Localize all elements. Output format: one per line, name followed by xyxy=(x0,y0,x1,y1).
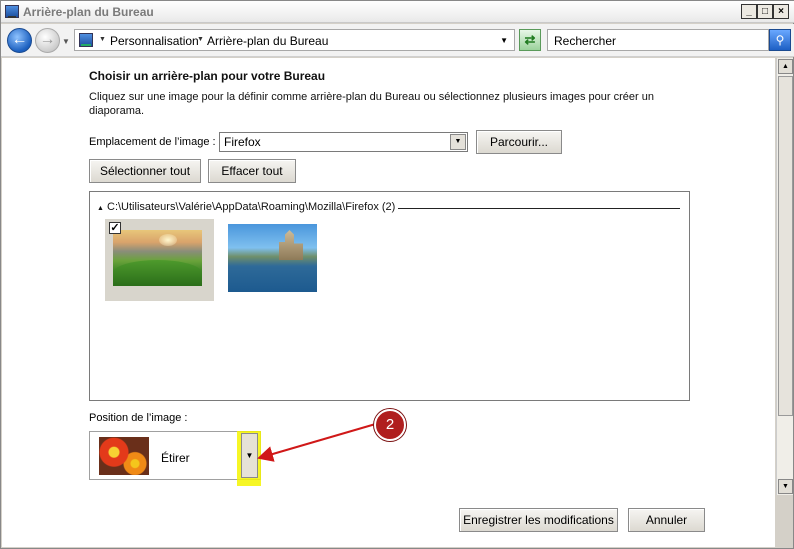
browse-button[interactable]: Parcourir... xyxy=(476,130,562,154)
position-value: Étirer xyxy=(161,451,190,465)
cancel-button[interactable]: Annuler xyxy=(628,508,705,532)
image-gallery: ▲ C:\Utilisateurs\Valérie\AppData\Roamin… xyxy=(89,191,690,401)
back-arrow-icon: ← xyxy=(11,31,28,48)
vertical-scrollbar[interactable]: ▲ ▼ xyxy=(776,58,793,495)
search-button[interactable]: ⚲ xyxy=(769,29,791,51)
control-panel-icon xyxy=(5,5,19,18)
page-description: Cliquez sur une image pour la définir co… xyxy=(89,91,654,117)
maximize-button[interactable]: □ xyxy=(757,4,773,19)
address-bar: ← → ▼ ▼ Personnalisation ▼ Arrière-plan … xyxy=(1,24,794,57)
group-header[interactable]: ▲ C:\Utilisateurs\Valérie\AppData\Roamin… xyxy=(97,201,395,213)
breadcrumb-item-arriere-plan[interactable]: Arrière-plan du Bureau xyxy=(207,34,328,48)
castle-river-image xyxy=(279,230,303,260)
close-button[interactable]: × xyxy=(773,4,789,19)
chevron-down-icon[interactable]: ▼ xyxy=(99,36,106,43)
selection-checkbox[interactable]: ✓ xyxy=(109,222,121,234)
back-button[interactable]: ← xyxy=(7,28,32,53)
page-title: Choisir un arrière-plan pour votre Burea… xyxy=(89,69,326,83)
location-dropdown[interactable]: Firefox ▼ xyxy=(219,132,468,152)
minimize-button[interactable]: _ xyxy=(741,4,757,19)
wallpaper-thumbnail-1[interactable]: ✓ xyxy=(105,219,214,301)
recent-pages-dropdown-icon[interactable]: ▼ xyxy=(62,37,70,46)
wallpaper-thumbnail-2[interactable] xyxy=(228,224,317,292)
position-dropdown[interactable]: Étirer xyxy=(89,431,261,480)
position-preview-image xyxy=(99,437,149,475)
clear-all-button[interactable]: Effacer tout xyxy=(208,159,296,183)
forward-arrow-icon: → xyxy=(39,31,56,48)
window: Arrière-plan du Bureau _ □ × ← → ▼ ▼ Per… xyxy=(0,0,794,549)
refresh-button[interactable]: ⇄ xyxy=(519,29,541,51)
location-value: Firefox xyxy=(224,135,261,149)
group-path: C:\Utilisateurs\Valérie\AppData\Roaming\… xyxy=(107,201,396,213)
chevron-down-icon[interactable]: ▼ xyxy=(450,134,466,150)
search-icon: ⚲ xyxy=(775,33,785,47)
collapse-icon[interactable]: ▲ xyxy=(97,205,104,212)
breadcrumb-item-personnalisation[interactable]: Personnalisation xyxy=(110,34,199,48)
refresh-icon: ⇄ xyxy=(524,32,536,47)
group-divider xyxy=(398,208,680,209)
chevron-down-icon[interactable]: ▼ xyxy=(197,36,204,43)
select-all-button[interactable]: Sélectionner tout xyxy=(89,159,201,183)
scroll-thumb[interactable] xyxy=(778,76,793,416)
window-title: Arrière-plan du Bureau xyxy=(23,5,154,19)
scroll-up-button[interactable]: ▲ xyxy=(778,59,793,74)
scroll-down-button[interactable]: ▼ xyxy=(778,479,793,494)
breadcrumb[interactable]: ▼ Personnalisation ▼ Arrière-plan du Bur… xyxy=(74,29,515,51)
control-panel-icon xyxy=(79,33,93,47)
landscape-hills-image xyxy=(113,230,202,286)
title-bar: Arrière-plan du Bureau _ □ × xyxy=(1,1,794,23)
position-label: Position de l’image : xyxy=(89,412,188,424)
location-label: Emplacement de l’image : xyxy=(89,136,216,148)
search-input[interactable]: Rechercher xyxy=(547,29,769,51)
address-dropdown-icon[interactable]: ▼ xyxy=(500,36,508,45)
annotation-badge: 2 xyxy=(374,409,406,441)
save-button[interactable]: Enregistrer les modifications xyxy=(459,508,618,532)
forward-button[interactable]: → xyxy=(35,28,60,53)
